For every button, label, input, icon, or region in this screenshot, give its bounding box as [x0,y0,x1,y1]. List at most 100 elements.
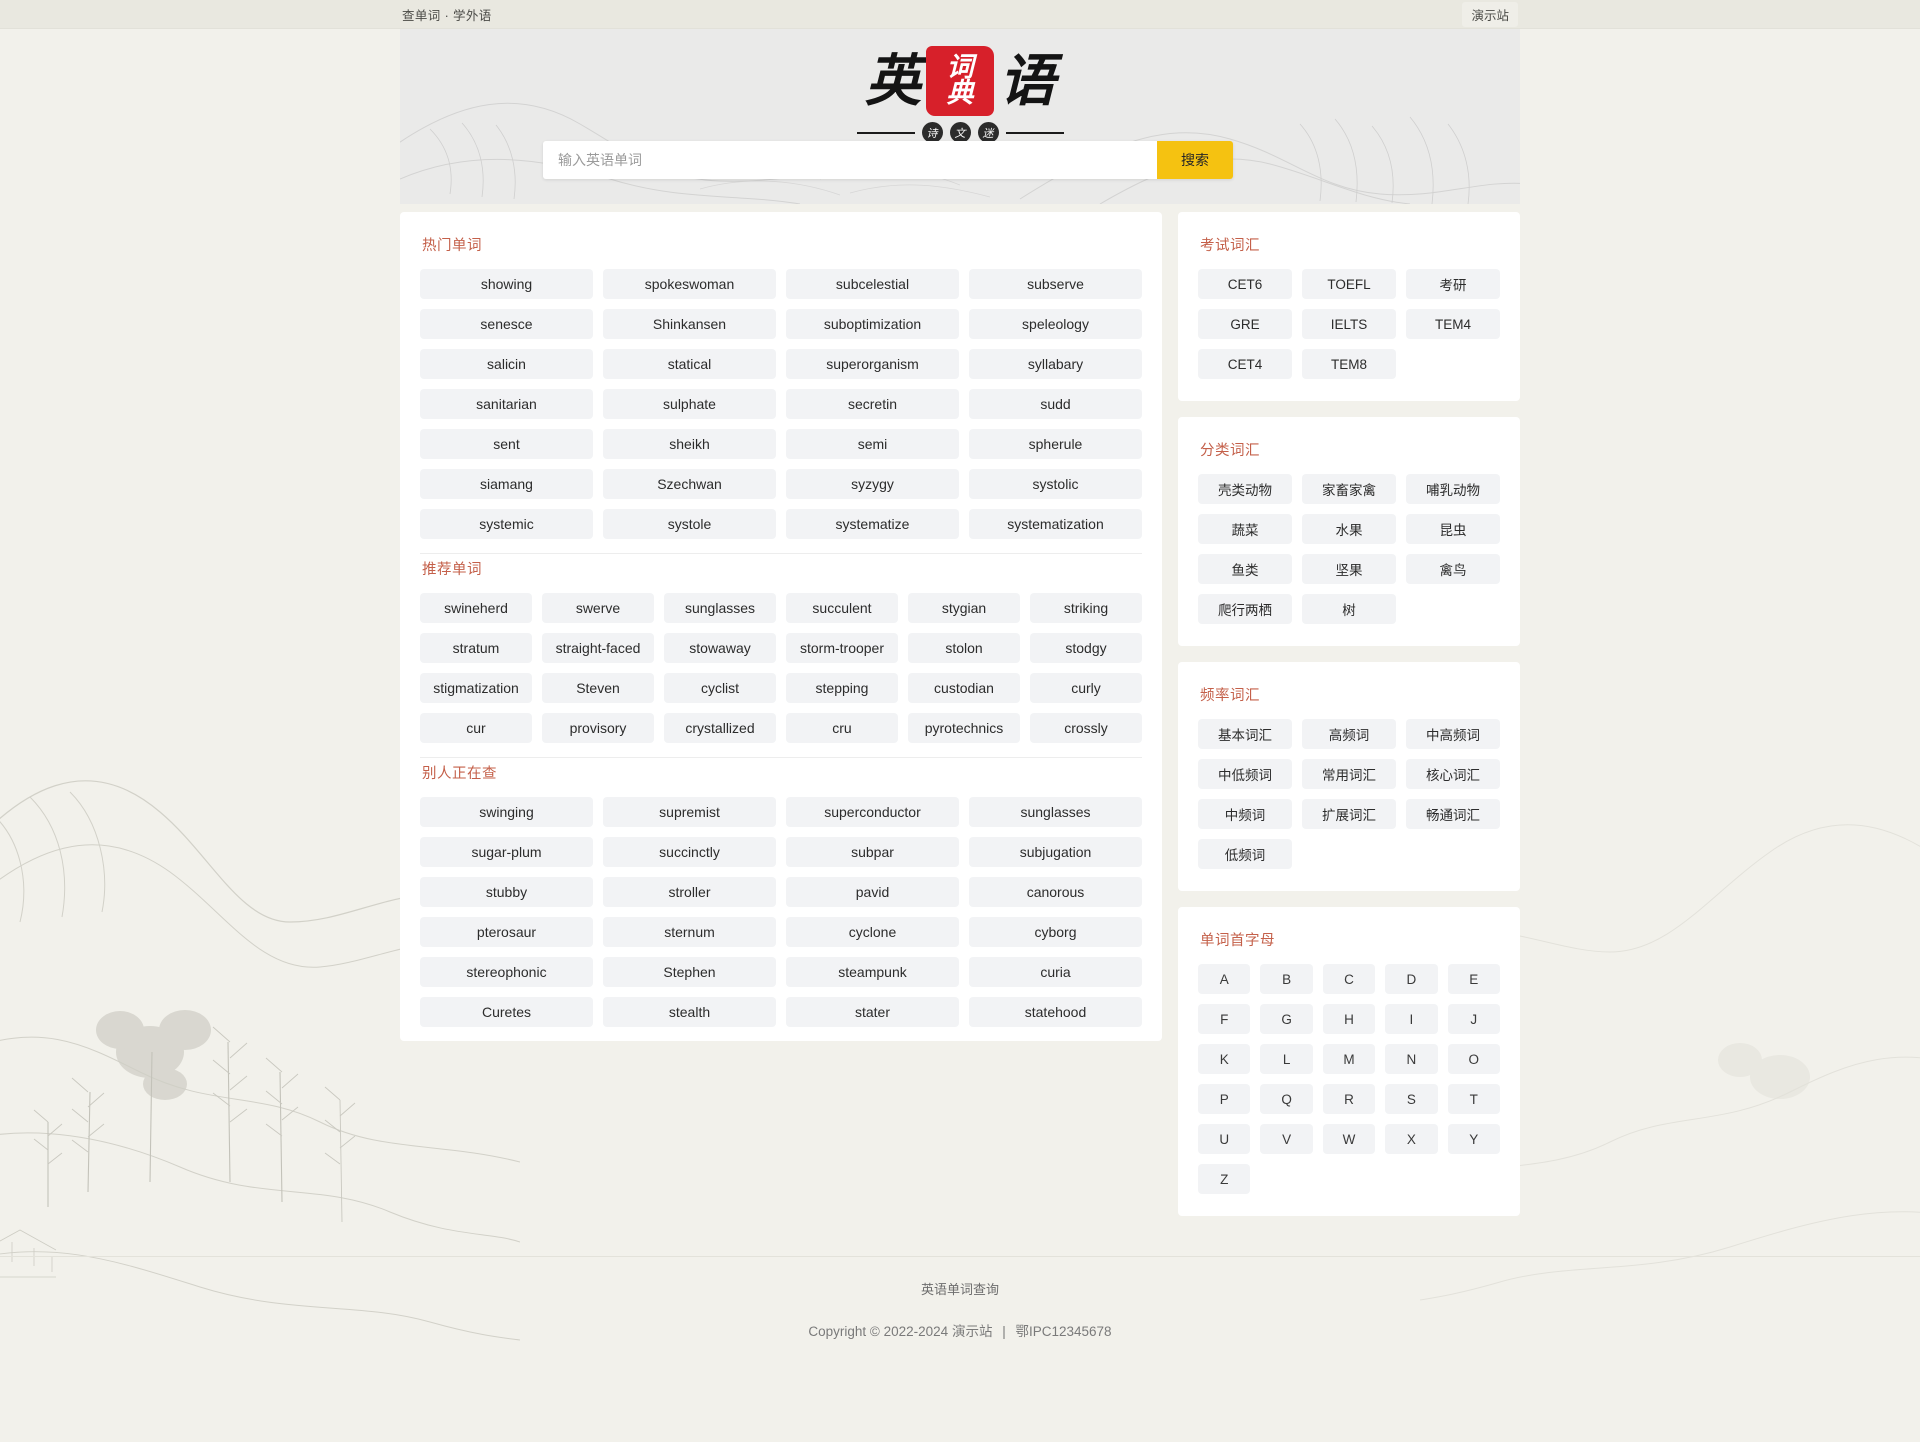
exam-vocab-chip[interactable]: IELTS [1302,309,1396,339]
others-searching-word-chip[interactable]: Stephen [603,957,776,987]
recommended-word-chip[interactable]: storm-trooper [786,633,898,663]
recommended-word-chip[interactable]: stigmatization [420,673,532,703]
alphabet-letter-chip[interactable]: P [1198,1084,1251,1114]
alphabet-letter-chip[interactable]: O [1447,1044,1500,1074]
alphabet-letter-chip[interactable]: F [1198,1004,1251,1034]
others-searching-word-chip[interactable]: cyborg [969,917,1142,947]
hot-word-chip[interactable]: Szechwan [603,469,776,499]
exam-vocab-chip[interactable]: CET6 [1198,269,1292,299]
hot-word-chip[interactable]: semi [786,429,959,459]
recommended-word-chip[interactable]: succulent [786,593,898,623]
footer-link[interactable]: 英语单词查询 [0,1279,1920,1298]
hot-word-chip[interactable]: superorganism [786,349,959,379]
category-vocab-chip[interactable]: 禽鸟 [1406,554,1500,584]
category-vocab-chip[interactable]: 树 [1302,594,1396,624]
frequency-vocab-chip[interactable]: 核心词汇 [1406,759,1500,789]
alphabet-letter-chip[interactable]: C [1322,964,1376,994]
exam-vocab-chip[interactable]: TEM8 [1302,349,1396,379]
hot-word-chip[interactable]: sudd [969,389,1142,419]
footer-icp[interactable]: 鄂IPC12345678 [1016,1324,1112,1339]
recommended-word-chip[interactable]: cyclist [664,673,776,703]
hot-word-chip[interactable]: siamang [420,469,593,499]
alphabet-letter-chip[interactable]: X [1385,1124,1438,1154]
frequency-vocab-chip[interactable]: 扩展词汇 [1302,799,1396,829]
others-searching-word-chip[interactable]: sternum [603,917,776,947]
category-vocab-chip[interactable]: 水果 [1302,514,1396,544]
hot-word-chip[interactable]: sent [420,429,593,459]
hot-word-chip[interactable]: systemic [420,509,593,539]
others-searching-word-chip[interactable]: stroller [603,877,776,907]
alphabet-letter-chip[interactable]: G [1260,1004,1313,1034]
hot-word-chip[interactable]: speleology [969,309,1142,339]
others-searching-word-chip[interactable]: curia [969,957,1142,987]
hot-word-chip[interactable]: subserve [969,269,1142,299]
hot-word-chip[interactable]: syzygy [786,469,959,499]
others-searching-word-chip[interactable]: stealth [603,997,776,1027]
frequency-vocab-chip[interactable]: 高频词 [1302,719,1396,749]
frequency-vocab-chip[interactable]: 中频词 [1198,799,1292,829]
others-searching-word-chip[interactable]: pavid [786,877,959,907]
demo-site-badge[interactable]: 演示站 [1462,1,1518,27]
others-searching-word-chip[interactable]: supremist [603,797,776,827]
others-searching-word-chip[interactable]: steampunk [786,957,959,987]
hot-word-chip[interactable]: syllabary [969,349,1142,379]
frequency-vocab-chip[interactable]: 基本词汇 [1198,719,1292,749]
alphabet-letter-chip[interactable]: Y [1447,1124,1500,1154]
search-bar[interactable]: 搜索 [543,141,1233,179]
category-vocab-chip[interactable]: 蔬菜 [1198,514,1292,544]
hot-word-chip[interactable]: showing [420,269,593,299]
alphabet-letter-chip[interactable]: R [1322,1084,1376,1114]
exam-vocab-chip[interactable]: TEM4 [1406,309,1500,339]
alphabet-letter-chip[interactable]: T [1447,1084,1500,1114]
alphabet-letter-chip[interactable]: D [1385,964,1438,994]
alphabet-letter-chip[interactable]: Z [1198,1164,1251,1194]
hot-word-chip[interactable]: sheikh [603,429,776,459]
frequency-vocab-chip[interactable]: 中高频词 [1406,719,1500,749]
frequency-vocab-chip[interactable]: 畅通词汇 [1406,799,1500,829]
recommended-word-chip[interactable]: stolon [908,633,1020,663]
hot-word-chip[interactable]: sulphate [603,389,776,419]
recommended-word-chip[interactable]: sunglasses [664,593,776,623]
others-searching-word-chip[interactable]: subjugation [969,837,1142,867]
recommended-word-chip[interactable]: cru [786,713,898,743]
search-button[interactable]: 搜索 [1157,141,1233,179]
hot-word-chip[interactable]: systematize [786,509,959,539]
hot-word-chip[interactable]: Shinkansen [603,309,776,339]
recommended-word-chip[interactable]: crystallized [664,713,776,743]
others-searching-word-chip[interactable]: canorous [969,877,1142,907]
hot-word-chip[interactable]: systole [603,509,776,539]
recommended-word-chip[interactable]: stratum [420,633,532,663]
category-vocab-chip[interactable]: 昆虫 [1406,514,1500,544]
others-searching-word-chip[interactable]: statehood [969,997,1142,1027]
site-logo[interactable]: 英 词 典 语 诗 文 迷 [400,43,1520,143]
exam-vocab-chip[interactable]: 考研 [1406,269,1500,299]
alphabet-letter-chip[interactable]: M [1322,1044,1376,1074]
alphabet-letter-chip[interactable]: J [1447,1004,1500,1034]
recommended-word-chip[interactable]: Steven [542,673,654,703]
recommended-word-chip[interactable]: crossly [1030,713,1142,743]
alphabet-letter-chip[interactable]: B [1260,964,1313,994]
exam-vocab-chip[interactable]: CET4 [1198,349,1292,379]
alphabet-letter-chip[interactable]: S [1385,1084,1438,1114]
recommended-word-chip[interactable]: stygian [908,593,1020,623]
hot-word-chip[interactable]: salicin [420,349,593,379]
others-searching-word-chip[interactable]: stater [786,997,959,1027]
recommended-word-chip[interactable]: straight-faced [542,633,654,663]
alphabet-letter-chip[interactable]: W [1322,1124,1376,1154]
others-searching-word-chip[interactable]: pterosaur [420,917,593,947]
recommended-word-chip[interactable]: cur [420,713,532,743]
others-searching-word-chip[interactable]: swinging [420,797,593,827]
alphabet-letter-chip[interactable]: K [1198,1044,1251,1074]
others-searching-word-chip[interactable]: stubby [420,877,593,907]
others-searching-word-chip[interactable]: sunglasses [969,797,1142,827]
hot-word-chip[interactable]: secretin [786,389,959,419]
others-searching-word-chip[interactable]: succinctly [603,837,776,867]
others-searching-word-chip[interactable]: sugar-plum [420,837,593,867]
recommended-word-chip[interactable]: provisory [542,713,654,743]
hot-word-chip[interactable]: subcelestial [786,269,959,299]
category-vocab-chip[interactable]: 家畜家禽 [1302,474,1396,504]
hot-word-chip[interactable]: suboptimization [786,309,959,339]
hot-word-chip[interactable]: spherule [969,429,1142,459]
alphabet-letter-chip[interactable]: L [1260,1044,1313,1074]
alphabet-letter-chip[interactable]: H [1322,1004,1376,1034]
